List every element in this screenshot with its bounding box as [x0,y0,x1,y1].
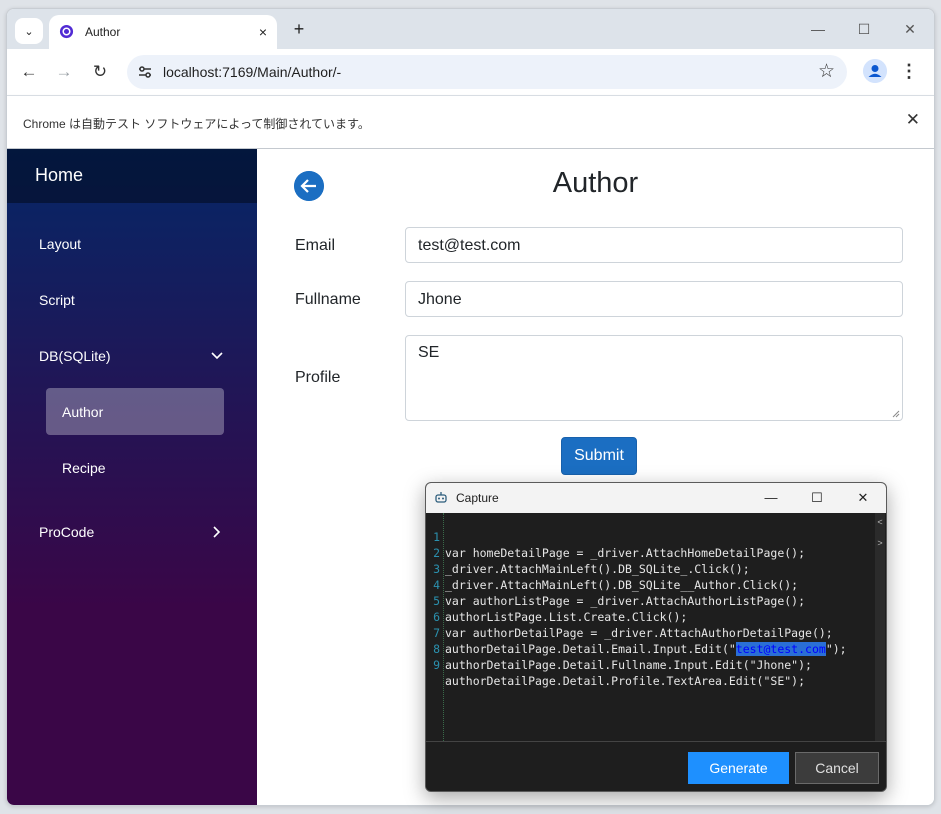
forward-arrow-icon[interactable]: → [52,60,76,84]
scroll-right-icon[interactable]: > [875,538,885,548]
code-line: 5 authorListPage.List.Create.Click(); [426,577,687,624]
sidebar-home-link[interactable]: Home [35,165,83,186]
window-maximize-button[interactable]: ☐ [850,17,878,41]
site-settings-icon[interactable] [137,64,153,80]
capture-window: Capture — ☐ ✕ 1 var homeDetailPage = _dr… [425,482,887,792]
sidebar-item-recipe[interactable]: Recipe [62,460,106,476]
code-line: 2 _driver.AttachMainLeft().DB_SQLite_.Cl… [426,529,750,576]
tab-author[interactable]: Author × [49,15,277,49]
bookmark-star-icon[interactable]: ☆ [818,60,835,83]
capture-titlebar: Capture — ☐ ✕ [426,483,886,513]
robot-icon [435,492,447,503]
sidebar-item-script[interactable]: Script [39,292,75,308]
automation-infobar: Chrome は自動テスト ソフトウェアによって制御されています。 ✕ [7,95,934,149]
code-text: authorDetailPage.Detail.Profile.TextArea… [445,674,806,688]
profile-textarea[interactable]: SE [405,335,903,421]
code-text: _driver.AttachMainLeft().DB_SQLite_.Clic… [445,562,750,576]
code-line: 8 authorDetailPage.Detail.Fullname.Input… [426,625,812,672]
chevron-down-icon[interactable] [209,348,225,364]
tab-close-icon[interactable]: × [253,22,273,42]
sidebar: Home Layout Script DB(SQLite) Author Rec… [7,149,257,805]
url-text[interactable]: localhost:7169/Main/Author/- [163,64,341,80]
capture-maximize-button[interactable]: ☐ [804,487,830,509]
fullname-field[interactable]: Jhone [405,281,903,317]
back-arrow-icon[interactable]: ← [17,60,41,84]
sidebar-item-db-sqlite[interactable]: DB(SQLite) [39,348,111,364]
fullname-label: Fullname [295,291,361,308]
resize-grip-icon[interactable] [892,410,900,418]
code-line: 6 var authorDetailPage = _driver.AttachA… [426,593,833,640]
capture-title: Capture [456,491,499,505]
tab-title: Author [85,25,121,39]
back-arrow-icon[interactable] [294,171,324,201]
infobar-close-icon[interactable]: ✕ [906,110,920,130]
sidebar-header: Home [7,149,257,203]
sidebar-item-procode[interactable]: ProCode [39,524,94,540]
capture-close-button[interactable]: ✕ [850,487,876,509]
code-highlight: test@test.com [735,642,826,656]
email-label: Email [295,237,336,254]
code-text: _driver.AttachMainLeft().DB_SQLite__Auth… [445,578,799,592]
address-bar[interactable]: localhost:7169/Main/Author/- ☆ [127,55,847,89]
capture-button-bar: Generate Cancel [426,741,886,791]
code-text: authorDetailPage.Detail.Email.Input.Edit… [445,641,847,657]
sidebar-item-author[interactable]: Author [62,404,103,420]
infobar-text: Chrome は自動テスト ソフトウェアによって制御されています。 [23,117,370,131]
reload-icon[interactable]: ↻ [88,60,112,84]
profile-label: Profile [295,369,341,386]
horizontal-scroll-strip[interactable]: < > [875,513,885,741]
capture-minimize-button[interactable]: — [758,487,784,509]
code-text-after: "); [825,642,847,656]
tab-search-button[interactable]: ⌄ [15,18,43,44]
code-text: var authorDetailPage = _driver.AttachAut… [445,626,833,640]
code-line: 9 authorDetailPage.Detail.Profile.TextAr… [426,641,805,688]
browser-menu-icon[interactable]: ⋮ [899,59,919,83]
code-line: 3 _driver.AttachMainLeft().DB_SQLite__Au… [426,545,798,592]
scroll-left-icon[interactable]: < [875,517,885,527]
line-number: 9 [433,658,440,672]
code-text: var authorListPage = _driver.AttachAutho… [445,594,806,608]
blazor-favicon-icon [59,24,74,39]
code-text: authorListPage.List.Create.Click(); [445,610,688,624]
profile-text: SE [418,344,440,361]
code-editor[interactable]: 1 var homeDetailPage = _driver.AttachHom… [426,513,886,741]
sidebar-item-layout[interactable]: Layout [39,236,81,252]
page-title: Author [552,167,639,199]
profile-avatar-icon[interactable] [863,59,887,83]
code-text-before: authorDetailPage.Detail.Email.Input.Edit… [445,642,736,656]
new-tab-button[interactable]: + [287,18,311,42]
email-field[interactable]: test@test.com [405,227,903,263]
generate-button[interactable]: Generate [688,752,789,784]
submit-button[interactable]: Submit [561,437,637,475]
tab-strip: ⌄ Author × + — ☐ ✕ [7,9,934,49]
window-close-button[interactable]: ✕ [896,17,924,41]
cancel-button[interactable]: Cancel [795,752,879,784]
code-line: 7 authorDetailPage.Detail.Email.Input.Ed… [426,609,847,656]
code-text: var homeDetailPage = _driver.AttachHomeD… [445,546,806,560]
browser-toolbar: ← → ↻ localhost:7169/Main/Author/- ☆ ⋮ [7,49,934,95]
window-minimize-button[interactable]: — [804,17,832,41]
code-line: 1 var homeDetailPage = _driver.AttachHom… [426,513,805,560]
code-text: authorDetailPage.Detail.Fullname.Input.E… [445,658,812,672]
chevron-right-icon[interactable] [209,524,225,540]
code-line: 4 var authorListPage = _driver.AttachAut… [426,561,805,608]
